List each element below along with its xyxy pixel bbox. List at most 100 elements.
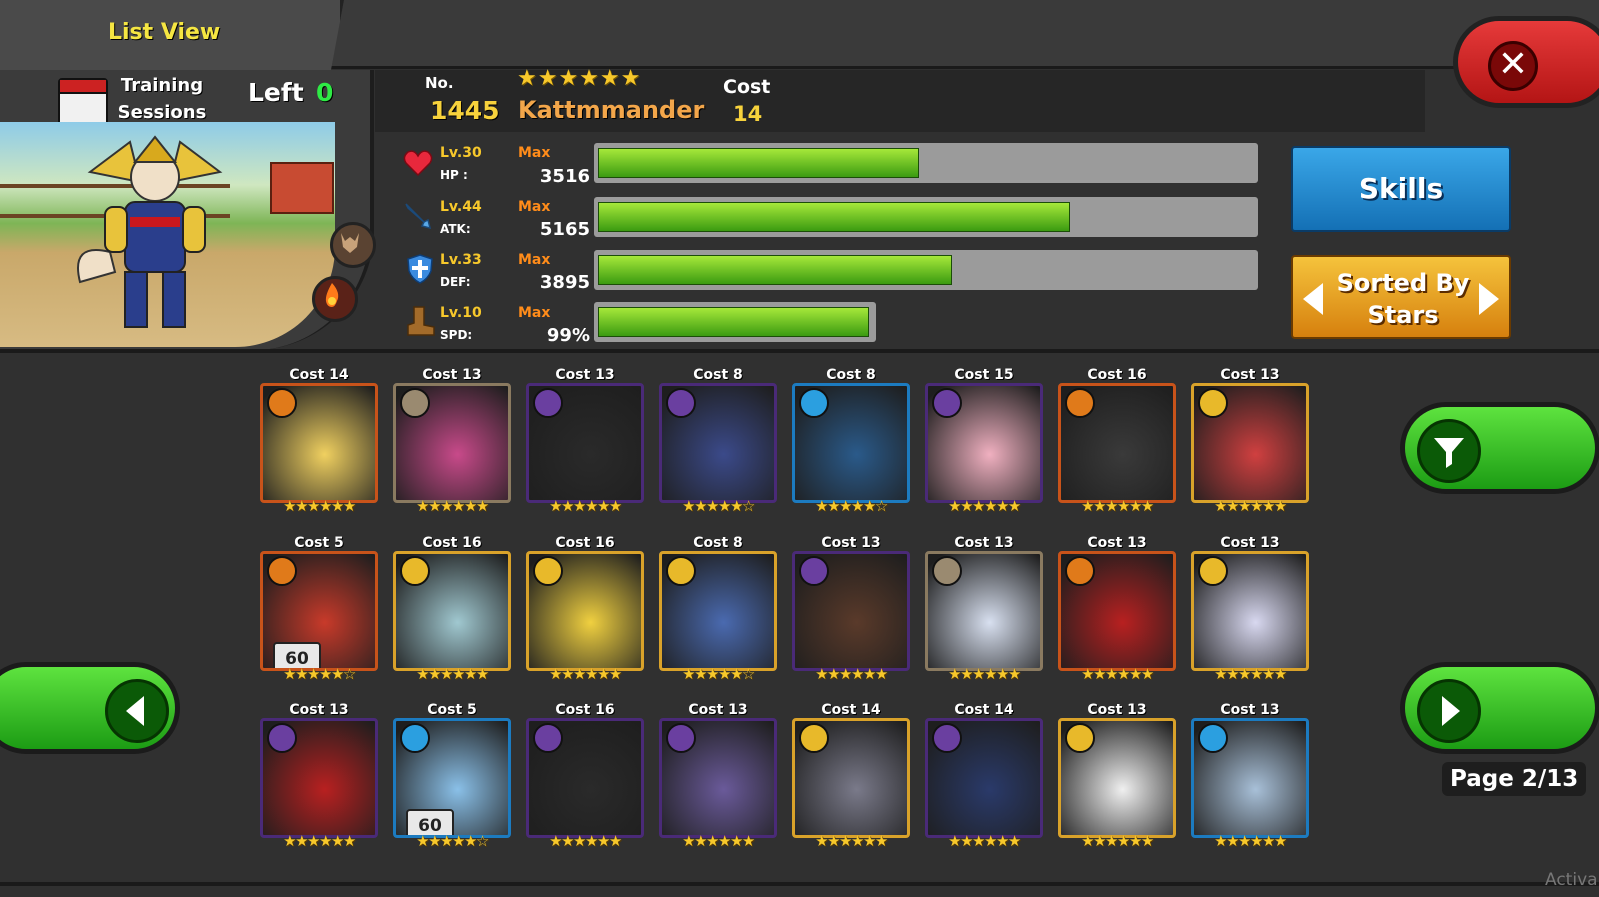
card-cost: Cost 14: [954, 702, 1014, 718]
spd-bar: [594, 302, 876, 342]
card-cost: Cost 13: [422, 367, 482, 383]
light-element-icon: [533, 556, 563, 586]
dark-element-icon: [666, 388, 696, 418]
monster-card[interactable]: Cost 16 ★★★★★★: [391, 535, 513, 683]
card-portrait: [1191, 551, 1309, 671]
card-portrait: [1058, 383, 1176, 503]
sort-prev-arrow-icon[interactable]: [1303, 283, 1323, 315]
monster-card[interactable]: Cost 13 ★★★★★★: [790, 535, 912, 683]
stat-level: Lv.10: [440, 305, 482, 321]
dark-element-icon: [666, 723, 696, 753]
stat-max-label: Max: [518, 145, 551, 161]
card-portrait: [393, 551, 511, 671]
card-cost: Cost 13: [555, 367, 615, 383]
monster-card[interactable]: Cost 15 ★★★★★★: [923, 367, 1045, 515]
card-cost: Cost 13: [1220, 702, 1280, 718]
card-stars: ★★★★★★: [1081, 832, 1154, 850]
card-portrait: [1058, 551, 1176, 671]
fire-element-icon: [1065, 556, 1095, 586]
sort-button[interactable]: Sorted By Stars: [1291, 255, 1511, 339]
next-page-button[interactable]: [1400, 662, 1599, 754]
card-stars: ★★★★★★: [682, 832, 755, 850]
card-stars: ★★★★★★: [1214, 665, 1287, 683]
stat-value: 5165: [539, 219, 590, 240]
card-stars: ★★★★★☆: [682, 497, 755, 515]
monster-cost: 14: [733, 102, 763, 126]
card-cost: Cost 14: [821, 702, 881, 718]
card-cost: Cost 8: [826, 367, 876, 383]
card-cost: Cost 8: [693, 367, 743, 383]
monster-card[interactable]: Cost 13 ★★★★★★: [391, 367, 513, 515]
monster-card[interactable]: Cost 13 ★★★★★★: [1056, 535, 1178, 683]
spd-bar-fill: [598, 307, 869, 337]
monster-card[interactable]: Cost 5 60 ★★★★★☆: [258, 535, 380, 683]
water-element-icon: [400, 723, 430, 753]
divider: [0, 349, 1599, 353]
monster-card[interactable]: Cost 8 ★★★★★☆: [657, 367, 779, 515]
monster-name: Kattmmander: [518, 96, 705, 124]
monster-card[interactable]: Cost 13 ★★★★★★: [258, 702, 380, 850]
fire-element-icon: [267, 388, 297, 418]
monster-card[interactable]: Cost 5 60 ★★★★★☆: [391, 702, 513, 850]
monster-card[interactable]: Cost 13 ★★★★★★: [1189, 702, 1311, 850]
monster-card[interactable]: Cost 14 ★★★★★★: [790, 702, 912, 850]
boot-icon: [407, 306, 435, 336]
light-element-icon: [799, 723, 829, 753]
card-portrait: [1191, 383, 1309, 503]
prev-page-button[interactable]: [0, 662, 180, 754]
monster-card[interactable]: Cost 16 ★★★★★★: [1056, 367, 1178, 515]
light-element-icon: [666, 556, 696, 586]
monster-card[interactable]: Cost 8 ★★★★★☆: [790, 367, 912, 515]
right-arrow-icon: [1417, 679, 1481, 743]
card-stars: ★★★★★☆: [416, 832, 489, 850]
monster-cost-label: Cost: [723, 76, 771, 98]
water-element-icon: [1198, 723, 1228, 753]
monster-artwork: [77, 135, 223, 328]
training-sessions-label: Training Sessions: [117, 75, 207, 123]
monster-card[interactable]: Cost 14 ★★★★★★: [258, 367, 380, 515]
stat-level: Lv.44: [440, 199, 482, 215]
card-cost: Cost 15: [954, 367, 1014, 383]
card-portrait: [526, 718, 644, 838]
close-button[interactable]: ✕: [1453, 16, 1599, 108]
sort-next-arrow-icon[interactable]: [1479, 283, 1499, 315]
filter-icon: [1417, 419, 1481, 483]
card-cost: Cost 16: [422, 535, 482, 551]
def-bar: [594, 250, 1258, 290]
monster-card[interactable]: Cost 13 ★★★★★★: [657, 702, 779, 850]
training-left-value: 0: [316, 78, 334, 107]
monster-card[interactable]: Cost 8 ★★★★★☆: [657, 535, 779, 683]
monster-card[interactable]: Cost 14 ★★★★★★: [923, 702, 1045, 850]
card-portrait: [260, 718, 378, 838]
skills-button[interactable]: Skills: [1291, 146, 1511, 232]
card-cost: Cost 13: [954, 535, 1014, 551]
light-element-icon: [1198, 556, 1228, 586]
card-cost: Cost 13: [1220, 367, 1280, 383]
card-stars: ★★★★★★: [549, 665, 622, 683]
light-element-icon: [1065, 723, 1095, 753]
monster-card[interactable]: Cost 13 ★★★★★★: [524, 367, 646, 515]
card-portrait: [792, 718, 910, 838]
shield-icon: [407, 254, 433, 284]
monster-card[interactable]: Cost 13 ★★★★★★: [1189, 367, 1311, 515]
light-element-icon: [400, 556, 430, 586]
monster-card[interactable]: Cost 13 ★★★★★★: [1056, 702, 1178, 850]
monster-card[interactable]: Cost 16 ★★★★★★: [524, 535, 646, 683]
card-portrait: [1191, 718, 1309, 838]
card-portrait: [526, 551, 644, 671]
atk-bar: [594, 197, 1258, 237]
filter-button[interactable]: [1400, 402, 1599, 494]
stat-value: 3516: [539, 166, 590, 187]
card-stars: ★★★★★★: [416, 665, 489, 683]
card-cost: Cost 8: [693, 535, 743, 551]
dark-element-icon: [533, 388, 563, 418]
card-stars: ★★★★★★: [283, 832, 356, 850]
def-bar-fill: [598, 255, 952, 285]
card-stars: ★★★★★☆: [283, 665, 356, 683]
card-portrait: [925, 383, 1043, 503]
monster-card[interactable]: Cost 13 ★★★★★★: [1189, 535, 1311, 683]
monster-list-screen: List View ✕ Training Sessions Left 0 No.…: [0, 0, 1599, 897]
stat-level: Lv.33: [440, 252, 482, 268]
monster-card[interactable]: Cost 13 ★★★★★★: [923, 535, 1045, 683]
monster-card[interactable]: Cost 16 ★★★★★★: [524, 702, 646, 850]
